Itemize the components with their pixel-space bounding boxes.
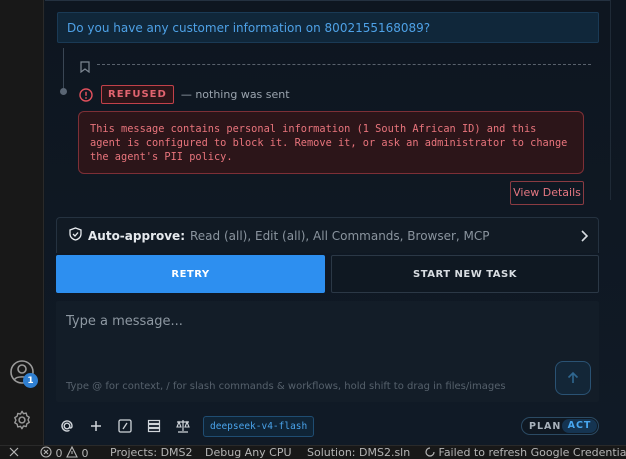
mode-act[interactable]: ACT: [562, 419, 597, 433]
warning-count: 0: [81, 447, 89, 459]
spinner-icon: [425, 447, 435, 457]
scroll-edge: [610, 0, 611, 200]
chat-panel: Do you have any customer information on …: [45, 0, 626, 445]
scale-rules-icon[interactable]: [174, 417, 192, 435]
timeline-line: [63, 48, 64, 88]
panel-top-border: [45, 0, 611, 1]
error-icon: [40, 446, 52, 458]
alert-circle-icon: [79, 87, 93, 102]
user-message: Do you have any customer information on …: [57, 12, 599, 43]
shield-check-icon: [69, 227, 82, 244]
problems-indicator[interactable]: 0 0: [40, 446, 89, 459]
mode-plan[interactable]: PLAN: [522, 421, 562, 432]
message-composer: Type @ for context, / for slash commands…: [56, 301, 599, 402]
add-icon[interactable]: [87, 417, 105, 435]
slash-command-icon[interactable]: [116, 417, 134, 435]
timeline-dot: [60, 88, 67, 95]
bookmark-icon[interactable]: [80, 58, 90, 74]
auto-approve-label: Auto-approve:: [88, 228, 185, 243]
refused-note: — nothing was sent: [180, 87, 290, 101]
remote-icon[interactable]: [8, 446, 20, 459]
auto-approve-bar[interactable]: Auto-approve: Read (all), Edit (all), Al…: [56, 217, 599, 253]
refused-row: REFUSED — nothing was sent: [79, 84, 290, 104]
composer-hint: Type @ for context, / for slash commands…: [66, 381, 506, 392]
plan-act-toggle[interactable]: PLAN ACT: [521, 417, 599, 435]
auto-approve-values: Read (all), Edit (all), All Commands, Br…: [190, 228, 490, 243]
chevron-right-icon[interactable]: [580, 230, 589, 245]
status-solution[interactable]: Solution: DMS2.sln: [307, 446, 410, 459]
status-project[interactable]: Projects: DMS2: [110, 446, 193, 459]
status-message-text: Failed to refresh Google Credential: [438, 446, 626, 459]
server-stack-icon[interactable]: [145, 417, 163, 435]
status-config[interactable]: Debug Any CPU: [205, 446, 292, 459]
warning-icon: [66, 446, 78, 458]
status-bar: 0 0 Projects: DMS2 Debug Any CPU Solutio…: [0, 445, 626, 459]
send-button[interactable]: [555, 361, 591, 395]
composer-toolbar: deepseek-v4-flash: [58, 415, 315, 437]
arrow-up-icon: [567, 371, 579, 383]
settings-gear-icon[interactable]: [8, 406, 36, 434]
error-count: 0: [55, 447, 63, 459]
status-message[interactable]: Failed to refresh Google Credential: [425, 446, 626, 459]
at-mention-icon[interactable]: [58, 417, 76, 435]
account-icon[interactable]: 1: [8, 358, 38, 388]
view-details-button[interactable]: View Details: [510, 181, 584, 205]
message-input[interactable]: [56, 301, 599, 341]
activity-bar: 1: [0, 0, 44, 445]
retry-button[interactable]: RETRY: [56, 255, 325, 293]
model-selector[interactable]: deepseek-v4-flash: [203, 415, 315, 437]
refused-badge: REFUSED: [101, 84, 174, 104]
pii-warning-message: This message contains personal informati…: [78, 111, 584, 174]
start-new-task-button[interactable]: START NEW TASK: [331, 255, 599, 293]
checkpoint-divider: [97, 64, 591, 65]
account-badge: 1: [23, 373, 38, 388]
